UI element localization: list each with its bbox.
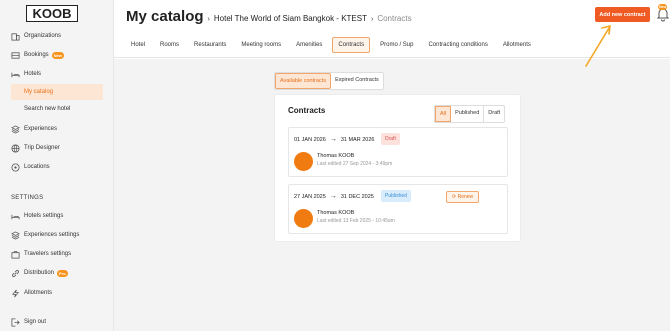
renew-label: Renew — [457, 194, 474, 200]
chevron-right-icon: › — [207, 16, 210, 23]
tab-promo-sup[interactable]: Promo / Sup — [375, 38, 418, 52]
filter-all[interactable]: All — [435, 106, 452, 122]
bed-icon — [11, 70, 20, 79]
globe-icon — [11, 143, 20, 153]
sign-out-icon — [11, 317, 20, 327]
contract-item[interactable]: 27 JAN 2025 → 31 DEC 2025 Published ⟳ Re… — [288, 184, 508, 234]
start-date: 27 JAN 2025 — [294, 193, 326, 200]
start-date: 01 JAN 2026 — [294, 136, 326, 143]
tab-contracts[interactable]: Contracts — [332, 37, 371, 53]
tab-meeting-rooms[interactable]: Meeting rooms — [236, 38, 286, 52]
renew-button[interactable]: ⟳ Renew — [446, 191, 480, 203]
contract-dates: 27 JAN 2025 → 31 DEC 2025 — [294, 193, 374, 200]
notification-badge: New — [658, 4, 668, 10]
sidebar-item-label: My catalog — [24, 89, 54, 95]
sidebar-item-experiences[interactable]: Experiences — [0, 121, 114, 137]
sidebar-item-label: Experiences settings — [24, 232, 80, 238]
briefcase-icon — [11, 250, 20, 259]
sidebar-item-label: Distribution — [24, 270, 55, 276]
tab-amenities[interactable]: Amenities — [291, 38, 327, 52]
sidebar-item-hotels-settings[interactable]: Hotels settings — [0, 208, 114, 224]
last-edited: Last edited 13 Feb 2025 - 10:45am — [317, 218, 395, 224]
sidebar: KOOB Organizations Bookings New Hotels M… — [0, 0, 114, 331]
filter-draft[interactable]: Draft — [484, 106, 504, 122]
svg-text:KOOB: KOOB — [33, 6, 72, 21]
breadcrumb-hotel[interactable]: Hotel The World of Siam Bangkok - KTEST — [214, 14, 367, 23]
end-date: 31 MAR 2026 — [340, 136, 375, 143]
bolt-icon — [11, 289, 20, 298]
bookings-icon — [11, 51, 20, 60]
tab-rooms[interactable]: Rooms — [155, 38, 184, 52]
status-filter: All Published Draft — [434, 105, 506, 123]
sidebar-item-label: Hotels — [24, 71, 42, 77]
end-date: 31 DEC 2025 — [340, 193, 374, 200]
tab-hotel[interactable]: Hotel — [126, 38, 150, 52]
page-title: My catalog — [126, 8, 204, 25]
sidebar-item-label: Search new hotel — [24, 106, 71, 112]
koob-logo[interactable]: KOOB — [26, 5, 78, 22]
sidebar-item-bookings[interactable]: Bookings New — [0, 47, 114, 63]
author-name: Thomas KOOB — [317, 153, 355, 159]
expired-contracts-tab[interactable]: Expired Contracts — [331, 73, 383, 89]
pro-badge: Pro — [57, 269, 68, 277]
arrow-right-icon: → — [329, 136, 337, 143]
contracts-toggle: Available contracts Expired Contracts — [274, 72, 384, 90]
layers-icon — [11, 230, 20, 240]
annotation-arrow-icon — [585, 25, 611, 67]
sign-out-label: Sign out — [24, 319, 47, 325]
map-pin-icon — [11, 162, 20, 172]
layers-icon — [11, 124, 20, 134]
sidebar-item-label: Experiences — [24, 126, 58, 132]
last-edited: Last edited 27 Sep 2024 - 3:49pm — [317, 161, 393, 167]
breadcrumb-contracts: Contracts — [377, 14, 412, 23]
sidebar-item-locations[interactable]: Locations — [0, 159, 114, 175]
add-new-contract-button[interactable]: Add new contract — [595, 7, 650, 22]
breadcrumb: My catalog › Hotel The World of Siam Ban… — [126, 8, 412, 25]
chevron-right-icon: › — [370, 16, 374, 23]
sidebar-item-my-catalog[interactable]: My catalog — [11, 84, 103, 100]
sidebar-item-allotments[interactable]: Allotments — [0, 285, 114, 301]
avatar — [294, 152, 313, 171]
catalog-tabs: Hotel Rooms Restaurants Meeting rooms Am… — [126, 37, 541, 53]
arrow-right-icon: → — [329, 193, 337, 200]
sidebar-item-label: Hotels settings — [24, 213, 64, 219]
tab-restaurants[interactable]: Restaurants — [189, 38, 231, 52]
contracts-title: Contracts — [288, 106, 326, 115]
status-badge: Published — [381, 190, 411, 202]
sidebar-item-experiences-settings[interactable]: Experiences settings — [0, 227, 114, 243]
tab-contracting-conditions[interactable]: Contracting conditions — [423, 38, 492, 52]
sidebar-item-organizations[interactable]: Organizations — [0, 28, 114, 44]
organizations-icon — [11, 32, 20, 41]
status-badge: Draft — [381, 133, 400, 145]
contract-dates: 01 JAN 2026 → 31 MAR 2026 — [294, 136, 374, 143]
new-badge: New — [51, 51, 64, 59]
contracts-card: Contracts All Published Draft 01 JAN 202… — [274, 94, 521, 242]
sidebar-item-trip-designer[interactable]: Trip Designer — [0, 140, 114, 156]
link-icon — [11, 269, 20, 278]
main-content: Available contracts Expired Contracts Co… — [114, 59, 670, 331]
sidebar-item-label: Locations — [24, 164, 50, 170]
author-name: Thomas KOOB — [317, 210, 355, 216]
filter-published[interactable]: Published — [451, 106, 485, 122]
sidebar-item-hotels[interactable]: Hotels — [0, 66, 114, 82]
bed-icon — [11, 212, 20, 221]
avatar — [294, 209, 313, 228]
sidebar-item-distribution[interactable]: Distribution Pro — [0, 265, 114, 281]
sidebar-item-label: Allotments — [24, 290, 53, 296]
sidebar-item-label: Trip Designer — [24, 145, 60, 151]
contract-item[interactable]: 01 JAN 2026 → 31 MAR 2026 Draft Thomas K… — [288, 127, 508, 177]
sidebar-item-label: Bookings — [24, 52, 49, 58]
sidebar-item-label: Organizations — [24, 33, 62, 39]
available-contracts-tab[interactable]: Available contracts — [275, 73, 332, 89]
sidebar-item-travelers-settings[interactable]: Travelers settings — [0, 246, 114, 262]
sidebar-item-search-new-hotel[interactable]: Search new hotel — [0, 101, 114, 117]
settings-section-title: SETTINGS — [11, 195, 44, 201]
sidebar-item-label: Travelers settings — [24, 251, 72, 257]
tab-allotments[interactable]: Allotments — [498, 38, 536, 52]
sign-out-button[interactable]: Sign out — [0, 314, 114, 330]
